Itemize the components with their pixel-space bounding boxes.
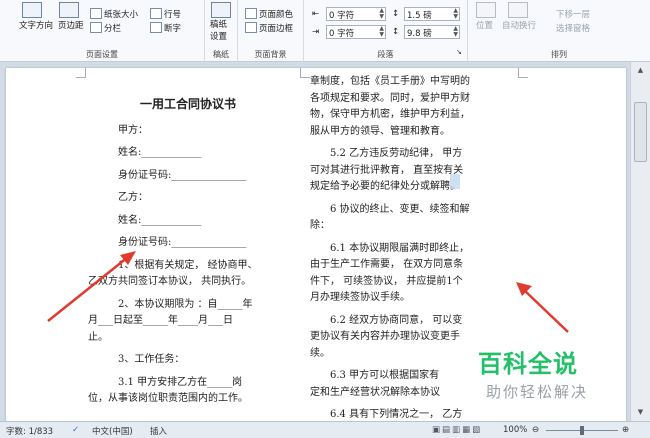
spacing-before-input[interactable]: 1.5 磅 ▲ ▼ xyxy=(404,7,460,21)
text-line: 可对其进行批评教育， 直至按有关 xyxy=(310,164,464,176)
text-line: 物，保守甲方机密，维护甲方利益， xyxy=(310,109,470,120)
columns-button[interactable]: 分栏 xyxy=(104,22,121,34)
scroll-up-icon[interactable]: ▲ xyxy=(634,64,647,76)
text-line: 止。 xyxy=(88,331,108,343)
margins-icon xyxy=(59,2,79,18)
crop-mark xyxy=(300,68,310,78)
ribbon: 文字方向 页边距 纸张大小 分栏 行号 断字 页面设置 稿纸 设置 稿纸 页面颜… xyxy=(0,0,650,62)
text-line: 3.1 甲方安排乙方在_____岗 xyxy=(118,376,243,388)
text-direction-button[interactable]: 文字方向 xyxy=(19,19,53,31)
crop-mark xyxy=(518,68,528,78)
text-line: 由于生产工作需要， 在双方同意条 xyxy=(310,259,464,270)
indent-right-input[interactable]: 0 字符 ▲ ▼ xyxy=(326,25,386,39)
text-line: 6.2 经双方协商同意， 可以变 xyxy=(330,314,463,326)
text-selection xyxy=(450,174,460,189)
page-setup-label: 页面设置 xyxy=(86,50,118,59)
left-arrow-annotation xyxy=(47,251,136,322)
indent-left-icon: ⇤ xyxy=(312,9,320,19)
page-color-icon xyxy=(245,8,257,19)
scroll-down-icon[interactable]: ▼ xyxy=(634,406,647,418)
hyphenation-button[interactable]: 断字 xyxy=(164,22,181,34)
right-arrow-annotation xyxy=(516,282,569,333)
text-line: 规定给予必要的纪律处分或解聘。 xyxy=(310,181,460,192)
page-background-group: 页面颜色 页面边框 页面背景 xyxy=(238,0,304,62)
text-line: 甲方： xyxy=(118,124,148,136)
dialog-launcher-icon[interactable]: ↘ xyxy=(456,48,462,56)
zoom-out-icon[interactable]: ⊖ xyxy=(532,425,539,435)
word-count[interactable]: 字数: 1/833 xyxy=(6,425,53,437)
proofing-icon[interactable]: ✓ xyxy=(72,425,79,435)
text-direction-icon xyxy=(22,2,42,18)
view-buttons-icon[interactable]: ▣▤▥▦▧ xyxy=(432,425,482,435)
paper-size-icon xyxy=(90,8,102,19)
text-line: 章制度，包括《员工手册》中写明的 xyxy=(310,76,470,87)
page-setup-group: 文字方向 页边距 纸张大小 分栏 行号 断字 页面设置 xyxy=(0,0,205,62)
wrap-text-icon xyxy=(508,2,528,18)
hyphenation-icon xyxy=(150,22,162,33)
vertical-scrollbar[interactable]: ▲ ▼ xyxy=(630,62,650,421)
text-line: 姓名:____________ xyxy=(118,147,202,158)
text-line: 6 协议的终止、变更、续签和解 xyxy=(330,203,470,215)
page-background-label: 页面背景 xyxy=(254,50,287,59)
draft-settings-button[interactable]: 稿纸 设置 xyxy=(210,19,227,43)
text-line: 件下， 可续签协议， 并应提前1个 xyxy=(310,275,463,287)
zoom-in-icon[interactable]: ⊕ xyxy=(622,425,629,435)
position-icon xyxy=(476,2,496,18)
indent-left-input[interactable]: 0 字符 ▲ ▼ xyxy=(326,7,386,21)
text-line: 月办理续签协议手续。 xyxy=(310,292,410,303)
draft-paper-icon xyxy=(211,2,231,18)
watermark-title: 百科全说 xyxy=(478,350,578,378)
watermark-subtitle: 助你轻松解决 xyxy=(486,383,589,401)
insert-mode[interactable]: 插入 xyxy=(150,425,167,437)
zoom-slider-thumb[interactable] xyxy=(580,426,584,435)
margins-button[interactable]: 页边距 xyxy=(58,19,84,31)
position-button[interactable]: 位置 xyxy=(476,19,493,31)
spacing-before-icon: ↕ xyxy=(392,9,400,19)
text-line: 姓名:____________ xyxy=(118,214,202,226)
document-title: 一用工合同协议书 xyxy=(139,97,236,111)
status-bar: 字数: 1/833 ✓ 中文(中国) 插入 ▣▤▥▦▧ 100% ⊖ ⊕ xyxy=(0,421,650,438)
page-borders-button[interactable]: 页面边框 xyxy=(259,22,293,34)
spacing-after-icon: ↕ xyxy=(392,27,400,37)
watermark-logo: 百科全说 助你轻松解决 xyxy=(478,344,618,408)
paragraph-group: ⇤ 0 字符 ▲ ▼ ⇥ 0 字符 ▲ ▼ ↕ 1.5 磅 ▲ ▼ ↕ 9.8 磅 ▲ ▼ 段落… xyxy=(304,0,468,62)
text-line: 乙方： xyxy=(118,192,148,203)
text-line: 服从甲方的领导、管理和教育。 xyxy=(310,125,450,137)
text-line: 6.1 本协议期限届满时即终止， xyxy=(330,242,470,254)
text-line: 身份证号码:_______________ xyxy=(118,169,247,181)
draft-group: 稿纸 设置 稿纸 xyxy=(205,0,238,62)
paper-size-button[interactable]: 纸张大小 xyxy=(104,8,138,20)
zoom-level[interactable]: 100% xyxy=(503,425,527,435)
arrange-label: 排列 xyxy=(551,50,567,59)
paragraph-label: 段落 xyxy=(377,50,394,59)
indent-right-icon: ⇥ xyxy=(312,27,320,37)
crop-mark xyxy=(76,68,86,78)
columns-icon xyxy=(90,22,102,33)
scroll-thumb[interactable] xyxy=(634,102,647,162)
arrange-group: 位置 自动换行 下移一层 选择窗格 排列 xyxy=(468,0,650,62)
text-line: 各项规定和要求。同时，爱护甲方财 xyxy=(310,92,470,104)
text-line: 除： xyxy=(310,220,330,231)
page-color-button[interactable]: 页面颜色 xyxy=(259,8,293,20)
text-line: 5.2 乙方违反劳动纪律， 甲方 xyxy=(330,148,463,159)
language-indicator[interactable]: 中文(中国) xyxy=(92,425,133,437)
selection-pane-button[interactable]: 选择窗格 xyxy=(556,22,590,34)
send-backward-button[interactable]: 下移一层 xyxy=(556,8,590,20)
text-line: 3、工作任务： xyxy=(118,354,185,365)
page-borders-icon xyxy=(245,22,257,33)
draft-label: 稿纸 xyxy=(213,50,229,59)
wrap-text-button[interactable]: 自动换行 xyxy=(502,19,536,31)
spacing-after-input[interactable]: 9.8 磅 ▲ ▼ xyxy=(404,25,460,39)
line-numbers-icon xyxy=(150,8,162,19)
text-line: 位，从事该岗位职责范围内的工作。 xyxy=(88,393,248,404)
line-numbers-button[interactable]: 行号 xyxy=(164,8,181,20)
